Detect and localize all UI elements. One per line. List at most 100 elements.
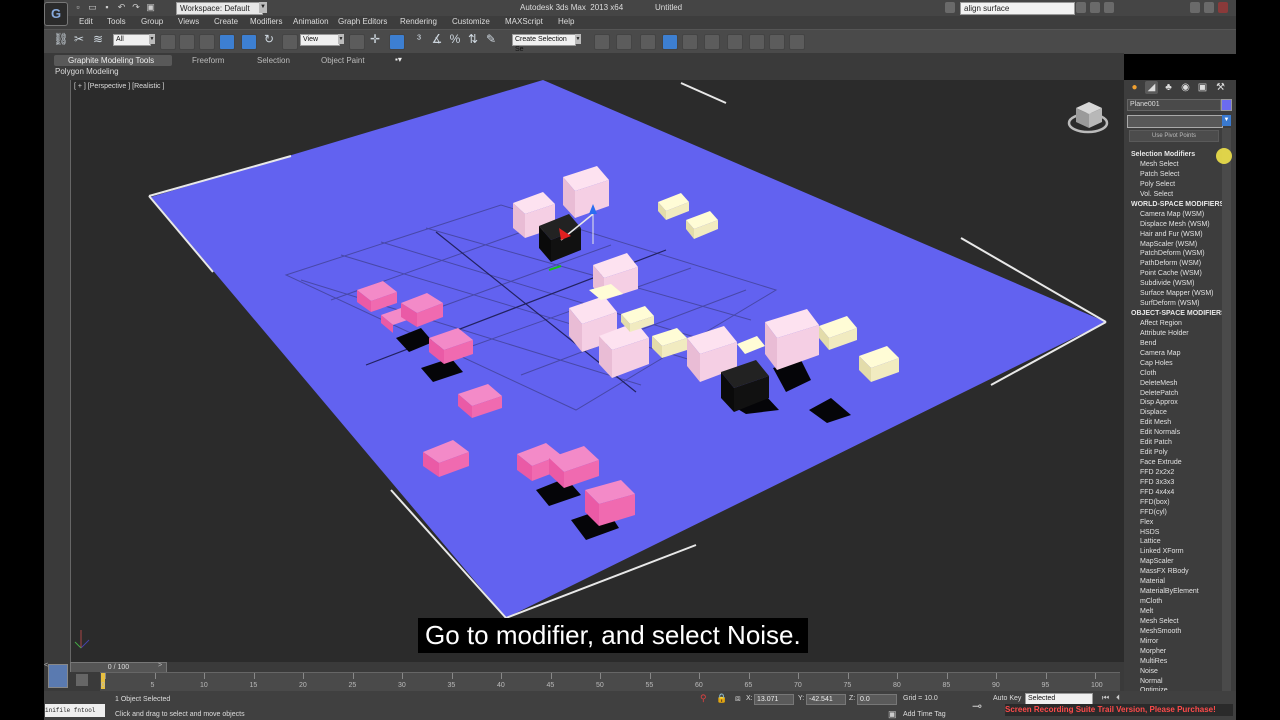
motion-tab-icon[interactable]: ◉ <box>1179 81 1192 94</box>
align-icon[interactable] <box>616 34 632 50</box>
modifier-list-item[interactable]: FFD 4x4x4 <box>1140 489 1174 496</box>
z-coordinate-field[interactable]: 0.0 <box>857 694 897 705</box>
modifier-list-item[interactable]: DeletePatch <box>1140 390 1178 397</box>
menu-views[interactable]: Views <box>178 17 199 26</box>
minimize-icon[interactable] <box>1190 2 1200 13</box>
percent-snap-icon[interactable]: % <box>446 32 464 46</box>
modifier-list-item[interactable]: Mesh Select <box>1140 618 1179 625</box>
chevron-down-icon[interactable]: ▼ <box>575 34 581 44</box>
use-pivot-points-button[interactable]: Use Pivot Points <box>1129 130 1219 142</box>
menu-edit[interactable]: Edit <box>79 17 93 26</box>
rectangular-selection-icon[interactable] <box>199 34 215 50</box>
link-icon[interactable]: ⛓ <box>52 32 70 46</box>
modifier-list-item[interactable]: Mirror <box>1140 638 1158 645</box>
close-icon[interactable] <box>1218 2 1228 13</box>
spinner-snap-icon[interactable]: ⇅ <box>464 32 482 46</box>
modifier-list-item[interactable]: Cap Holes <box>1140 360 1173 367</box>
window-crossing-icon[interactable] <box>219 34 235 50</box>
menu-tools[interactable]: Tools <box>107 17 126 26</box>
modifier-list-item[interactable]: MaterialByElement <box>1140 588 1199 595</box>
go-to-start-icon[interactable]: ⏮ <box>1102 693 1109 703</box>
save-icon[interactable]: ▪ <box>101 2 113 12</box>
menu-graph-editors[interactable]: Graph Editors <box>338 17 387 26</box>
hold-icon[interactable]: ▣ <box>145 2 157 13</box>
snap-toggle-icon[interactable]: ³ <box>410 32 428 46</box>
modifier-list-item[interactable]: MapScaler <box>1140 558 1173 565</box>
schematic-view-icon[interactable] <box>704 34 720 50</box>
ribbon-options-icon[interactable]: ▪▾ <box>395 55 402 64</box>
modifier-list-item[interactable]: Normal <box>1140 678 1163 685</box>
render-production-icon[interactable] <box>789 34 805 50</box>
modifier-list-item[interactable]: FFD 2x2x2 <box>1140 469 1174 476</box>
menu-help[interactable]: Help <box>558 17 574 26</box>
modify-tab-icon[interactable]: ◢ <box>1145 81 1158 94</box>
tab-selection[interactable]: Selection <box>257 56 290 65</box>
modifier-list-item[interactable]: Hair and Fur (WSM) <box>1140 231 1203 238</box>
absolute-mode-icon[interactable]: ⧈ <box>735 693 741 704</box>
modifier-list-item[interactable]: Attribute Holder <box>1140 330 1189 337</box>
undo-icon[interactable]: ↶ <box>116 2 128 13</box>
named-selection-set-dropdown[interactable]: Create Selection Se <box>512 34 576 53</box>
pivot-center-icon[interactable] <box>349 34 365 50</box>
modifier-list-item[interactable]: Edit Normals <box>1140 429 1180 436</box>
object-name-field[interactable]: Plane001 <box>1127 99 1221 111</box>
mirror-icon[interactable] <box>594 34 610 50</box>
auto-key-button[interactable]: Auto Key <box>993 695 1021 702</box>
modifier-list-item[interactable]: Affect Region <box>1140 320 1182 327</box>
scale-icon[interactable] <box>282 34 298 50</box>
modifier-list-item[interactable]: Edit Patch <box>1140 439 1172 446</box>
select-object-icon[interactable] <box>160 34 176 50</box>
bind-space-warp-icon[interactable]: ≋ <box>89 32 107 46</box>
modifier-list-item[interactable]: Displace Mesh (WSM) <box>1140 221 1210 228</box>
modifier-list-item[interactable]: Cloth <box>1140 370 1156 377</box>
app-logo-icon[interactable]: G <box>44 2 68 26</box>
search-input[interactable]: align surface <box>960 2 1075 15</box>
modifier-list-item[interactable]: Poly Select <box>1140 181 1175 188</box>
menu-group[interactable]: Group <box>141 17 163 26</box>
perspective-viewport[interactable] <box>70 80 1126 662</box>
chevron-down-icon[interactable]: ▼ <box>259 2 267 13</box>
help-icon[interactable] <box>1104 2 1114 13</box>
menu-maxscript[interactable]: MAXScript <box>505 17 543 26</box>
angle-snap-icon[interactable]: ∡ <box>428 32 446 46</box>
modifier-list-item[interactable]: Surface Mapper (WSM) <box>1140 290 1214 297</box>
x-coordinate-field[interactable]: 13.071 <box>754 694 794 705</box>
modifier-list-item[interactable]: MapScaler (WSM) <box>1140 241 1197 248</box>
modifier-list-item[interactable]: Patch Select <box>1140 171 1179 178</box>
modifier-list-item[interactable]: Subdivide (WSM) <box>1140 280 1194 287</box>
modifier-list-item[interactable]: PathDeform (WSM) <box>1140 260 1201 267</box>
utilities-tab-icon[interactable]: ⚒ <box>1214 81 1227 94</box>
viewcube-icon[interactable] <box>1067 102 1109 134</box>
menu-modifiers[interactable]: Modifiers <box>250 17 282 26</box>
tab-graphite-modeling-tools[interactable]: Graphite Modeling Tools <box>68 56 154 65</box>
modifier-list-item[interactable]: Face Extrude <box>1140 459 1182 466</box>
mini-curve-editor-icon[interactable] <box>48 664 68 688</box>
tab-object-paint[interactable]: Object Paint <box>321 56 365 65</box>
modifier-list-item[interactable]: Flex <box>1140 519 1153 526</box>
modifier-list-item[interactable]: mCloth <box>1140 598 1162 605</box>
modifier-list-item[interactable]: Point Cache (WSM) <box>1140 270 1202 277</box>
modifier-list-item[interactable]: Bend <box>1140 340 1156 347</box>
lock-selection-icon[interactable]: ⚲ <box>700 693 707 704</box>
reference-coordinate-dropdown[interactable]: View <box>300 34 340 46</box>
render-setup-icon[interactable] <box>749 34 765 50</box>
open-file-icon[interactable]: ▭ <box>87 2 99 13</box>
modifier-list-item[interactable]: PatchDeform (WSM) <box>1140 250 1205 257</box>
rendered-frame-icon[interactable] <box>769 34 785 50</box>
new-file-icon[interactable]: ▫ <box>72 2 84 12</box>
rotate-icon[interactable]: ↻ <box>260 32 278 46</box>
modifier-list-item[interactable]: Edit Mesh <box>1140 419 1171 426</box>
keyboard-shortcut-icon[interactable] <box>389 34 405 50</box>
selection-filter-dropdown[interactable]: All <box>113 34 151 46</box>
modifier-list-dropdown[interactable] <box>1127 115 1223 128</box>
redo-icon[interactable]: ↷ <box>130 2 142 13</box>
unlink-icon[interactable]: ✂ <box>70 32 88 46</box>
modifier-list-item[interactable]: Morpher <box>1140 648 1166 655</box>
search-icon[interactable] <box>945 2 955 13</box>
modifier-list-item[interactable]: HSDS <box>1140 529 1159 536</box>
modifier-list-item[interactable]: SurfDeform (WSM) <box>1140 300 1200 307</box>
edit-named-selection-icon[interactable]: ✎ <box>482 32 500 46</box>
object-color-swatch[interactable] <box>1221 99 1232 111</box>
y-coordinate-field[interactable]: -42.541 <box>806 694 846 705</box>
modifier-list-item[interactable]: Material <box>1140 578 1165 585</box>
